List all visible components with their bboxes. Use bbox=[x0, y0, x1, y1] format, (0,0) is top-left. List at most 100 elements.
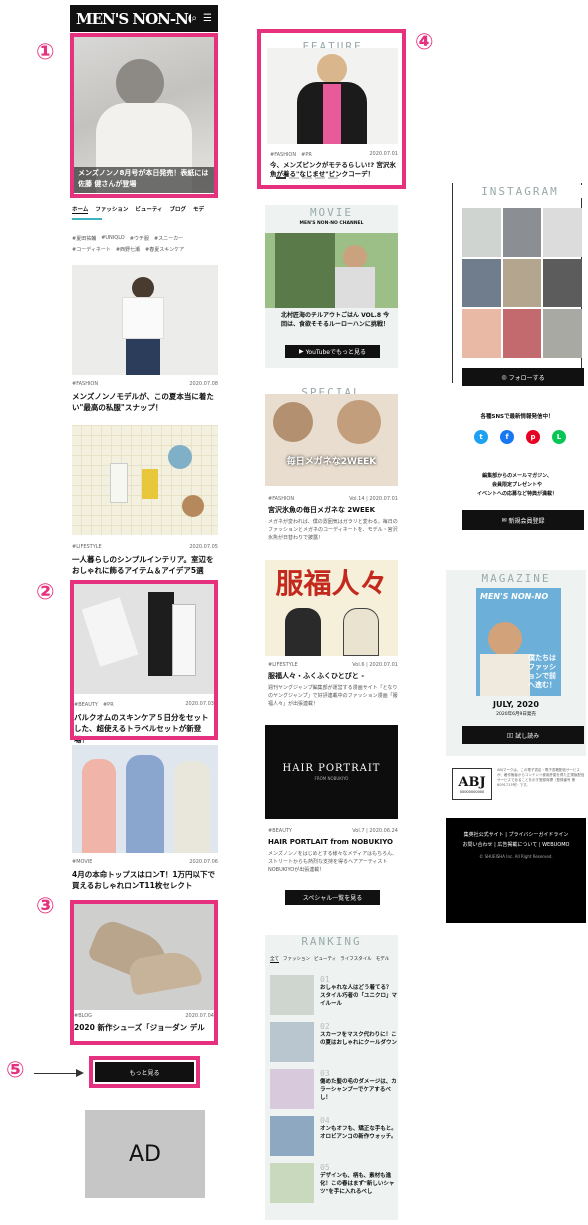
nav-beauty[interactable]: ビューティ bbox=[135, 205, 162, 214]
ranking-title[interactable]: おしゃれな人はどう着てる？ スタイル巧者の「ユニクロ」マイルール bbox=[320, 984, 398, 1008]
instagram-photo[interactable] bbox=[462, 208, 501, 257]
special-image-3[interactable]: HAIR PORTRAIT FROM NOBUKIYO bbox=[265, 725, 398, 819]
article-date: 2020.07.08 bbox=[189, 381, 218, 387]
special-title[interactable]: 服福人々・ふくふくひとびと - bbox=[268, 671, 398, 682]
instagram-photo[interactable] bbox=[543, 258, 582, 308]
article-image-2[interactable] bbox=[72, 425, 218, 535]
article-image-1[interactable] bbox=[72, 265, 218, 375]
rank-number: 02 bbox=[320, 1022, 330, 1031]
highlight-box-3 bbox=[70, 900, 218, 1045]
line-icon[interactable]: L bbox=[552, 430, 566, 444]
instagram-photo[interactable] bbox=[543, 309, 582, 358]
footer-links-1[interactable]: 集英社公式サイト | プライバシーガイドライン bbox=[446, 830, 586, 840]
abj-text: ABJマークは、この電子書店・電子書籍配信サービスが、著作権者からコンテンツ使用… bbox=[497, 768, 585, 787]
tag[interactable]: #スニーカー bbox=[154, 235, 183, 242]
register-button[interactable]: ✉ 新規会員登録 bbox=[462, 510, 584, 530]
footer: 集英社公式サイト | プライバシーガイドライン お問い合わせ | 広告掲載につい… bbox=[446, 818, 586, 923]
tag[interactable]: #春夏スキンケア bbox=[145, 246, 184, 253]
tag[interactable]: #UNIQLO bbox=[101, 235, 125, 242]
special-image-1[interactable]: 毎日メガネな2WEEK bbox=[265, 394, 398, 486]
ranking-thumb bbox=[270, 1116, 314, 1156]
article-tag[interactable]: #FASHION bbox=[72, 381, 98, 387]
instagram-photo[interactable] bbox=[543, 208, 582, 257]
nav-home[interactable]: ホーム bbox=[72, 205, 89, 214]
youtube-button[interactable]: ▶ YouTubeでもっと見る bbox=[285, 345, 380, 358]
ranking-item[interactable]: 01 おしゃれな人はどう着てる？ スタイル巧者の「ユニクロ」マイルール bbox=[270, 975, 398, 1019]
tag-row-2: #コーディネート #西野七瀬 #春夏スキンケア bbox=[72, 246, 184, 253]
special-title[interactable]: 宮沢氷魚の毎日メガネな 2WEEK bbox=[268, 505, 398, 516]
movie-thumbnail[interactable] bbox=[265, 233, 398, 308]
instagram-grid bbox=[462, 208, 582, 358]
site-logo[interactable]: MEN'S NON-NO WEB bbox=[76, 10, 191, 28]
twitter-icon[interactable]: t bbox=[474, 430, 488, 444]
article-title[interactable]: メンズノンノモデルが、この夏本当に着たい"最高の私服"スナップ！ bbox=[72, 391, 218, 413]
ranking-title[interactable]: 傷めた髪の毛のダメージは、カラーシャンプーでケアするべし！ bbox=[320, 1078, 398, 1102]
ranking-item[interactable]: 03 傷めた髪の毛のダメージは、カラーシャンプーでケアするべし！ bbox=[270, 1069, 398, 1113]
magazine-cover-text: 僕たちはファッションで前へ進む！ bbox=[528, 654, 556, 689]
footer-links-2[interactable]: お問い合わせ | 広告掲載について | WEBUOMO bbox=[446, 840, 586, 850]
article-image-4[interactable] bbox=[72, 745, 218, 853]
special-desc: 週刊ヤングジャンプ編集部が運営する漫画サイト「となりのヤングジャンプ」で好評連載… bbox=[268, 685, 398, 707]
rank-number: 03 bbox=[320, 1069, 330, 1078]
special-tag[interactable]: #FASHION bbox=[268, 496, 294, 502]
article-date: 2020.07.06 bbox=[189, 859, 218, 865]
special-image-2[interactable]: 服福人々 bbox=[265, 560, 398, 656]
nav-blog[interactable]: ブログ bbox=[170, 205, 187, 214]
ranking-title[interactable]: デザインも、柄も、素材も進化！この春はまず"新しいシャツ"を手に入れるべし bbox=[320, 1172, 398, 1196]
special-tag[interactable]: #LIFESTYLE bbox=[268, 662, 298, 668]
ranking-title[interactable]: オンもオフも、矯正な手もと。オロビアンコの新作ウォッチ。 bbox=[320, 1125, 398, 1141]
highlight-box-2 bbox=[70, 580, 218, 740]
instagram-follow-button[interactable]: ◎ フォローする bbox=[462, 368, 584, 386]
mail-icon: ✉ bbox=[501, 516, 509, 524]
ranking-item[interactable]: 05 デザインも、柄も、素材も進化！この春はまず"新しいシャツ"を手に入れるべし bbox=[270, 1163, 398, 1207]
ranking-thumb bbox=[270, 1163, 314, 1203]
tag[interactable]: #ウチ服 bbox=[130, 235, 149, 242]
facebook-icon[interactable]: f bbox=[500, 430, 514, 444]
article-date: 2020.07.05 bbox=[189, 544, 218, 550]
magazine-release: 2020年6月9日発売 bbox=[496, 712, 536, 717]
ad-banner[interactable]: AD bbox=[85, 1110, 205, 1198]
movie-subheading: MEN'S NON-NO CHANNEL bbox=[299, 221, 364, 226]
ranking-tab[interactable]: ファッション bbox=[283, 956, 310, 963]
highlight-box-1 bbox=[70, 33, 218, 198]
register-label: 新規会員登録 bbox=[508, 517, 545, 525]
article-title[interactable]: 一人暮らしのシンプルインテリア。室辺をおしゃれに飾るアイテム＆アイデア5選 bbox=[72, 554, 218, 576]
article-tag[interactable]: #LIFESTYLE bbox=[72, 544, 102, 550]
sns-lead: 各種SNSで最新情報発信中！ bbox=[480, 414, 554, 420]
read-sample-button[interactable]: ▯▯ 試し読み bbox=[462, 726, 584, 744]
special-list-button[interactable]: スペシャル一覧を見る bbox=[285, 890, 380, 905]
instagram-photo[interactable] bbox=[502, 258, 542, 308]
instagram-photo[interactable] bbox=[462, 309, 501, 358]
tag[interactable]: #夏田祐輔 bbox=[72, 235, 96, 242]
instagram-photo[interactable] bbox=[502, 208, 542, 257]
callout-2: ② bbox=[36, 580, 55, 605]
mail-text-line: 会員限定プレゼントや bbox=[491, 482, 542, 488]
article-tag[interactable]: #MOVIE bbox=[72, 859, 92, 865]
magazine-cover[interactable]: MEN'S NON-NO 僕たちはファッションで前へ進む！ bbox=[476, 588, 561, 696]
movie-title[interactable]: 北村匠海のチルアウトごはん VOL.8 今回は、食欲そそるルーローハンに挑戦！ bbox=[281, 311, 393, 329]
movie-heading: MOVIE bbox=[309, 206, 354, 219]
ranking-tab[interactable]: ビューティ bbox=[314, 956, 336, 963]
special-title[interactable]: HAIR PORTLAIT from NOBUKIYO bbox=[268, 837, 398, 848]
hamburger-icon[interactable]: ☰ bbox=[203, 13, 212, 24]
callout-1: ① bbox=[36, 40, 55, 65]
ranking-thumb bbox=[270, 1069, 314, 1109]
footer-copyright: © SHUEISHA Inc. All Right Reserved. bbox=[479, 854, 553, 859]
pinterest-icon[interactable]: p bbox=[526, 430, 540, 444]
ranking-tab[interactable]: ライフスタイル bbox=[340, 956, 372, 963]
ranking-item[interactable]: 04 オンもオフも、矯正な手もと。オロビアンコの新作ウォッチ。 bbox=[270, 1116, 398, 1160]
article-title[interactable]: 4月の本命トップスはロンT！1万円以下で買えるおしゃれロンT11枚セレクト bbox=[72, 869, 218, 891]
tag[interactable]: #コーディネート bbox=[72, 246, 111, 253]
special-tag[interactable]: #BEAUTY bbox=[268, 828, 292, 834]
nav-fashion[interactable]: ファッション bbox=[95, 205, 128, 214]
instagram-photo[interactable] bbox=[502, 309, 542, 358]
tag[interactable]: #西野七瀬 bbox=[116, 246, 140, 253]
ranking-tab[interactable]: モデル bbox=[376, 956, 390, 963]
search-icon[interactable]: ⌕ bbox=[191, 13, 197, 24]
ranking-item[interactable]: 02 スカーフをマスク代わりに！この夏はおしゃれにクールダウン bbox=[270, 1022, 398, 1066]
site-header: MEN'S NON-NO WEB ⌕ ☰ bbox=[70, 5, 218, 32]
instagram-photo[interactable] bbox=[462, 258, 501, 308]
ranking-tab[interactable]: 全て bbox=[270, 956, 279, 963]
nav-model[interactable]: モデ bbox=[193, 205, 204, 214]
ranking-title[interactable]: スカーフをマスク代わりに！この夏はおしゃれにクールダウン bbox=[320, 1031, 398, 1047]
